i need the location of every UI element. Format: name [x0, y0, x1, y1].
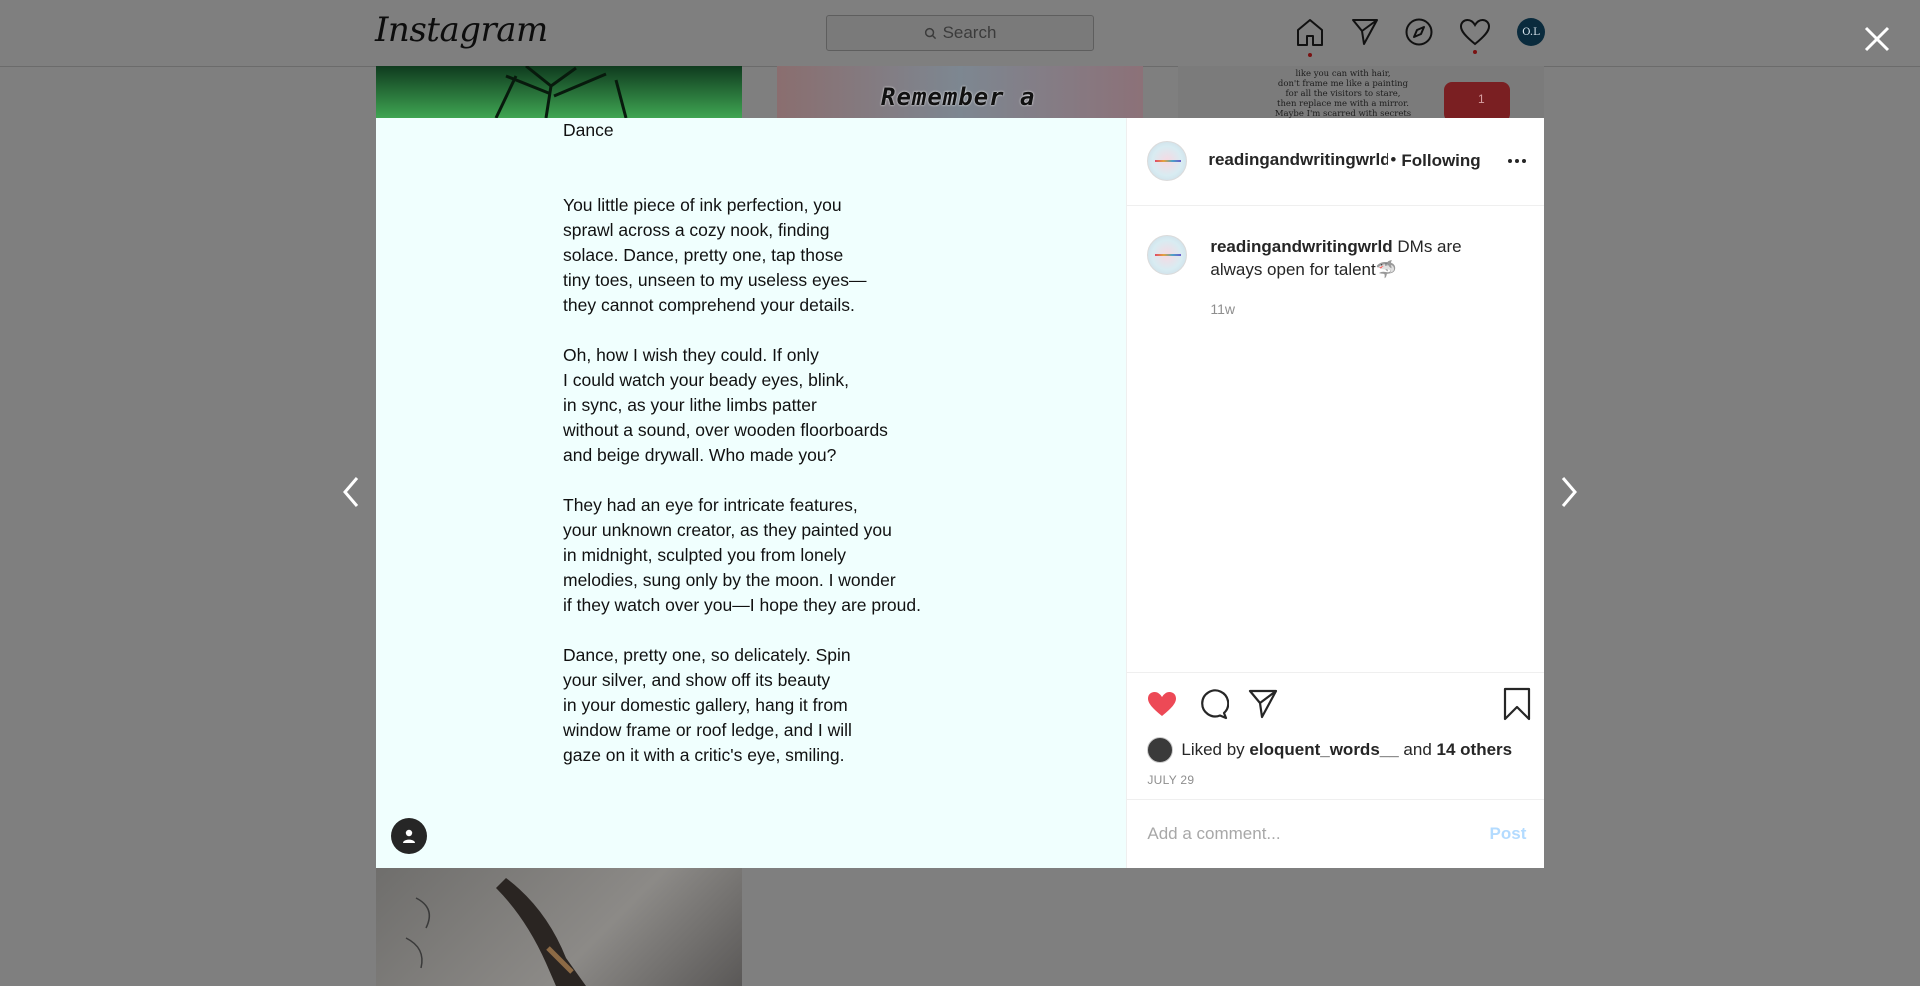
poem-stanza: Oh, how I wish they could. If only I cou…	[563, 343, 1013, 468]
comment-icon[interactable]	[1197, 688, 1230, 720]
poem-line: sprawl across a cozy nook, finding	[563, 220, 830, 240]
poem-line: solace. Dance, pretty one, tap those	[563, 245, 844, 265]
save-bookmark-icon[interactable]	[1502, 687, 1532, 721]
more-options-icon[interactable]	[1507, 158, 1527, 164]
next-post-arrow-icon[interactable]	[1557, 474, 1581, 510]
profile-avatar[interactable]: O.L	[1517, 18, 1545, 46]
poem-text: Dance You little piece of ink perfection…	[563, 118, 1013, 793]
instagram-logo[interactable]: Instagram	[375, 10, 548, 50]
grid-tile-pen[interactable]	[376, 868, 742, 986]
search-icon	[924, 27, 936, 39]
grid-tile-poem-text[interactable]: like you can with hair, don't frame me l…	[1178, 66, 1544, 118]
explore-compass-icon[interactable]	[1404, 17, 1434, 47]
close-icon[interactable]	[1862, 24, 1892, 54]
top-navigation-bar: Instagram Search O.L	[0, 0, 1920, 67]
tile-poem-line: like you can with hair,	[1295, 69, 1391, 79]
likes-others-link[interactable]: 14 others	[1437, 740, 1513, 760]
poem-line: in your domestic gallery, hang it from	[563, 695, 848, 715]
author-username[interactable]: readingandwritingwrld	[1208, 150, 1388, 170]
caption-avatar[interactable]	[1147, 235, 1188, 275]
poem-line: in midnight, sculpted you from lonely	[563, 545, 847, 565]
poem-line: Oh, how I wish they could. If only	[563, 345, 819, 365]
post-image: Dance You little piece of ink perfection…	[376, 118, 1127, 868]
poem-stanza: Dance, pretty one, so delicately. Spin y…	[563, 643, 1013, 768]
poem-line: tiny toes, unseen to my useless eyes—	[563, 270, 867, 290]
poem-stanza: They had an eye for intricate features, …	[563, 493, 1013, 618]
caption-username[interactable]: readingandwritingwrld	[1210, 237, 1392, 256]
tile-poem-lines: like you can with hair, don't frame me l…	[1268, 69, 1418, 118]
tile-text: Remember a	[881, 83, 1036, 111]
separator-dot: •	[1390, 150, 1397, 169]
post-date[interactable]: JULY 29	[1147, 773, 1194, 787]
tile-poem-line: don't frame me like a painting	[1277, 79, 1409, 89]
poem-title: Dance	[563, 120, 614, 140]
activity-notification-dot	[1473, 50, 1477, 54]
poem-line: melodies, sung only by the moon. I wonde…	[563, 570, 896, 590]
caption-timestamp[interactable]: 11w	[1210, 301, 1235, 317]
liker-username[interactable]: eloquent_words__	[1249, 740, 1398, 760]
poem-line: I could watch your beady eyes, blink,	[563, 370, 849, 390]
post-header: readingandwritingwrld • Following	[1127, 118, 1544, 206]
tree-silhouette-icon	[494, 66, 628, 118]
previous-post-arrow-icon[interactable]	[339, 474, 363, 510]
home-notification-dot	[1308, 53, 1312, 57]
post-modal: Dance You little piece of ink perfection…	[376, 118, 1545, 869]
badge-count: 1	[1478, 92, 1485, 106]
grid-tile-forest[interactable]	[376, 66, 742, 118]
user-icon	[403, 829, 415, 843]
fountain-pen-icon	[405, 878, 586, 986]
likes-and: and	[1403, 740, 1432, 759]
poem-stanza: You little piece of ink perfection, you …	[563, 193, 1013, 318]
post-sidebar: readingandwritingwrld • Following readin…	[1126, 118, 1545, 869]
poem-line: Dance, pretty one, so delicately. Spin	[563, 645, 851, 665]
tile-poem-line: for all the visitors to stare,	[1285, 89, 1401, 99]
activity-heart-icon[interactable]	[1459, 18, 1491, 46]
grid-tile-remember[interactable]: Remember a	[777, 66, 1143, 118]
tile-poem-line: then replace me with a mirror.	[1277, 99, 1409, 109]
likes-summary: Liked by eloquent_words__ and 14 others	[1147, 737, 1512, 763]
following-button[interactable]: Following	[1401, 151, 1480, 171]
liker-avatar[interactable]	[1147, 737, 1174, 763]
poem-line: gaze on it with a critic's eye, smiling.	[563, 745, 845, 765]
poem-line: window frame or roof ledge, and I will	[563, 720, 852, 740]
poem-line: and beige drywall. Who made you?	[563, 445, 837, 465]
poem-line: your unknown creator, as they painted yo…	[563, 520, 892, 540]
post-comment-button[interactable]: Post	[1490, 824, 1527, 844]
tile-poem-line: Maybe I'm scarred with secrets	[1274, 109, 1412, 118]
search-box[interactable]: Search	[826, 15, 1094, 51]
poem-line: They had an eye for intricate features,	[563, 495, 858, 515]
poem-line: your silver, and show off its beauty	[563, 670, 831, 690]
poem-line: they cannot comprehend your details.	[563, 295, 855, 315]
search-placeholder: Search	[942, 23, 997, 42]
poem-line: if they watch over you—I hope they are p…	[563, 595, 921, 615]
tagged-users-button[interactable]	[391, 818, 427, 854]
share-icon[interactable]	[1247, 688, 1279, 720]
poem-line: without a sound, over wooden floorboards	[563, 420, 888, 440]
author-avatar[interactable]	[1147, 141, 1188, 181]
poem-line: You little piece of ink perfection, you	[563, 195, 842, 215]
like-heart-icon[interactable]	[1146, 689, 1178, 719]
comment-form: Add a comment... Post	[1127, 799, 1545, 869]
caption-text: readingandwritingwrld DMs are always ope…	[1210, 235, 1510, 281]
comment-input[interactable]: Add a comment...	[1147, 824, 1280, 844]
poem-line: in sync, as your lithe limbs patter	[563, 395, 817, 415]
notification-badge: 1	[1444, 82, 1510, 118]
home-icon[interactable]	[1294, 16, 1326, 48]
likes-prefix: Liked by	[1181, 740, 1245, 759]
direct-messages-icon[interactable]	[1350, 17, 1380, 47]
